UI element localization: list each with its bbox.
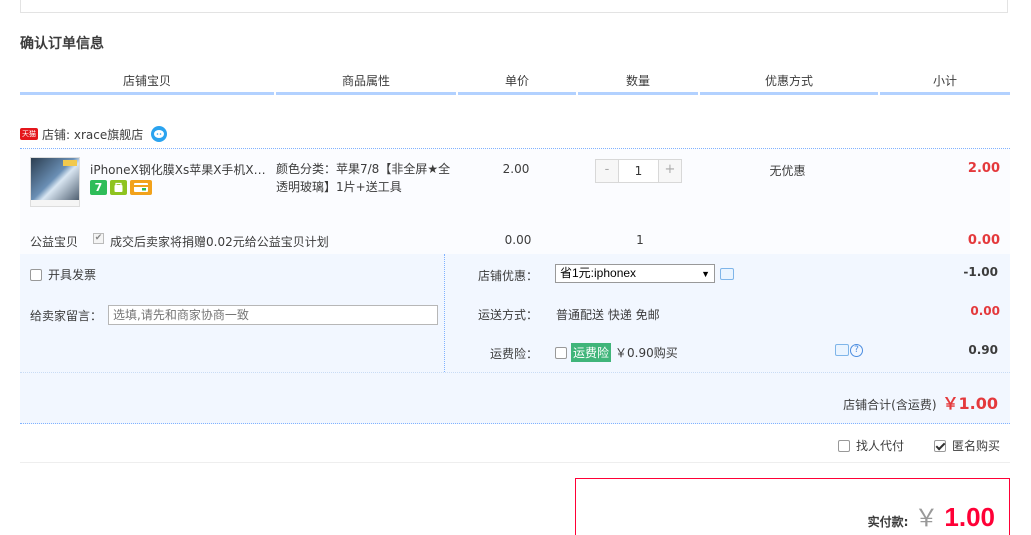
chat-wangwang-icon[interactable]: [151, 126, 168, 142]
quantity-stepper[interactable]: - +: [595, 159, 682, 183]
insurance-price-text: ￥0.90购买: [615, 346, 678, 360]
item-attributes: 颜色分类：苹果7/8【非全屏★全透明玻璃】1片+送工具: [276, 162, 451, 194]
order-bottom-border: [20, 423, 1010, 424]
anonymous-option[interactable]: 匿名购买: [934, 437, 1000, 454]
item-title-link[interactable]: iPhoneX钢化膜Xs苹果X手机XR全屏覆盖: [90, 161, 268, 178]
insurance-value: 0.90: [968, 343, 998, 357]
shop-total-label: 店铺合计(含运费): [843, 398, 937, 412]
quantity-increment-button[interactable]: +: [659, 160, 681, 182]
shop-discount-label: 店铺优惠：: [477, 269, 538, 283]
insurance-info-icon[interactable]: [835, 344, 849, 356]
charity-label: 公益宝贝: [30, 235, 79, 249]
seven-day-return-icon[interactable]: 7: [90, 180, 107, 195]
charity-row: 公益宝贝 ✔ 成交后卖家将捐赠0.02元给公益宝贝计划 0.00 1 0.00: [20, 225, 1010, 253]
dropdown-arrow-icon: ▼: [701, 269, 710, 279]
item-unit-price: 2.00: [502, 162, 530, 176]
shipping-label: 运送方式：: [477, 308, 538, 322]
charity-qty: 1: [636, 233, 644, 247]
panel-divider: [20, 372, 1010, 373]
shop-discount-value: -1.00: [963, 265, 998, 279]
item-discount: 无优惠: [769, 164, 806, 178]
table-header: 店铺宝贝 商品属性 单价 数量 优惠方式 小计: [20, 73, 1010, 95]
charity-text: 成交后卖家将捐赠0.02元给公益宝贝计划: [110, 235, 329, 249]
proxy-pay-option[interactable]: 找人代付: [838, 437, 904, 454]
previous-section-box: [20, 0, 1008, 13]
seller-message-input[interactable]: [108, 305, 439, 325]
column-header-attributes: 商品属性: [276, 73, 456, 95]
proxy-pay-checkbox[interactable]: [838, 439, 850, 452]
shop-name-link[interactable]: 店铺: xrace旗舰店: [42, 126, 143, 143]
insurance-option[interactable]: 运费险 ￥0.90购买: [555, 343, 678, 362]
column-header-quantity: 数量: [578, 73, 698, 95]
invoice-label: 开具发票: [48, 268, 97, 282]
section-title: 确认订单信息: [20, 36, 104, 52]
invoice-option[interactable]: 开具发票: [30, 266, 96, 283]
proxy-pay-label: 找人代付: [856, 439, 905, 453]
insurance-checkbox[interactable]: [555, 346, 567, 359]
order-options-panel: 开具发票 给卖家留言： 店铺优惠： 省1元:iphonex ▼ -1.00 运送…: [20, 254, 1010, 424]
item-subtotal: 2.00: [967, 161, 1000, 176]
separator: [20, 462, 1010, 463]
seller-message-label: 给卖家留言：: [30, 308, 103, 323]
column-header-subtotal: 小计: [880, 73, 1010, 95]
shop-total: 店铺合计(含运费) ￥1.00: [843, 390, 998, 414]
quantity-decrement-button[interactable]: -: [596, 160, 618, 182]
charity-checkbox: ✔: [93, 233, 104, 244]
shipping-method: 普通配送 快递 免邮: [556, 308, 660, 322]
payment-label: 实付款:: [867, 515, 909, 529]
item-thumbnail[interactable]: [30, 157, 80, 207]
insurance-label: 运费险：: [489, 347, 538, 361]
payment-currency: ￥: [914, 504, 939, 532]
charity-price: 0.00: [504, 233, 532, 247]
shipping-value: 0.00: [970, 304, 1000, 318]
item-service-icons: 7: [90, 180, 152, 195]
discount-info-icon[interactable]: [720, 268, 734, 280]
charity-subtotal: 0.00: [967, 233, 1000, 248]
anonymous-label: 匿名购买: [952, 439, 1001, 453]
payment-value: 1.00: [944, 502, 995, 532]
shop-discount-select[interactable]: 省1元:iphonex ▼: [555, 264, 715, 283]
insurance-help-icons: ?: [835, 344, 863, 357]
item-row: iPhoneX钢化膜Xs苹果X手机XR全屏覆盖 7 颜色分类：苹果7/8【非全屏…: [20, 149, 1010, 254]
order-box: iPhoneX钢化膜Xs苹果X手机XR全屏覆盖 7 颜色分类：苹果7/8【非全屏…: [20, 148, 1010, 424]
shop-total-value: ￥1.00: [942, 394, 998, 413]
consumer-protection-icon[interactable]: [110, 180, 127, 195]
credit-card-icon[interactable]: [130, 180, 152, 195]
tmall-icon: 天猫: [20, 128, 38, 140]
anonymous-checkbox[interactable]: [934, 439, 946, 452]
shop-line: 天猫 店铺: xrace旗舰店: [20, 125, 168, 143]
shop-discount-selected: 省1元:iphonex: [560, 266, 637, 280]
payment-summary-box: 实付款: ￥ 1.00: [575, 478, 1010, 535]
question-icon[interactable]: ?: [850, 344, 863, 357]
column-header-discount: 优惠方式: [700, 73, 878, 95]
vertical-divider: [444, 254, 445, 372]
column-header-item: 店铺宝贝: [20, 73, 274, 95]
quantity-input[interactable]: [618, 160, 659, 182]
invoice-checkbox[interactable]: [30, 268, 42, 281]
column-header-unit-price: 单价: [458, 73, 576, 95]
payment-total: 实付款: ￥ 1.00: [868, 498, 995, 533]
insurance-badge: 运费险: [571, 343, 612, 362]
seller-message: 给卖家留言：: [30, 305, 439, 325]
